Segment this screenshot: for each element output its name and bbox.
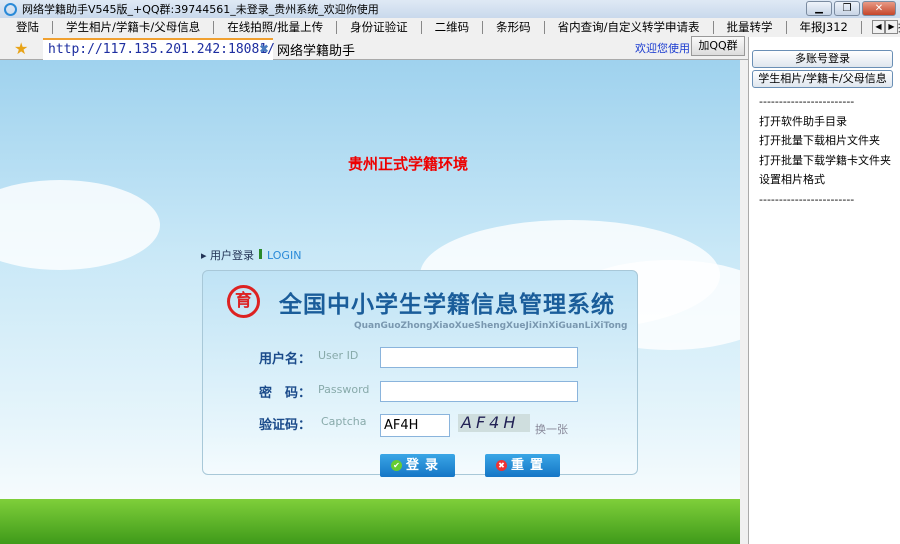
tab-close-icon[interactable]: ✖ <box>259 42 269 56</box>
open-software-dir[interactable]: 打开软件助手目录 <box>759 112 891 132</box>
captcha-image[interactable]: AF4H <box>458 414 530 432</box>
web-content: 贵州正式学籍环境 ▸ 用户登录 LOGIN 育 全国中小学生学籍信息管理系统 Qu… <box>0 60 740 544</box>
menu-online-photo[interactable]: 在线拍照/批量上传 <box>214 21 338 34</box>
menu-batch-transfer[interactable]: 批量转学 <box>714 21 787 34</box>
username-input[interactable] <box>380 347 578 368</box>
check-icon: ✔ <box>390 460 402 471</box>
password-hint: Password <box>318 383 370 396</box>
system-title: 全国中小学生学籍信息管理系统 <box>279 292 615 318</box>
system-title-pinyin: QuanGuoZhongXiaoXueShengXueJiXinXiGuanLi… <box>354 321 628 331</box>
student-photo-button[interactable]: 学生相片/学籍卡/父母信息 <box>752 70 893 88</box>
sidebar: 多账号登录 学生相片/学籍卡/父母信息 --------------------… <box>748 37 900 544</box>
welcome-link[interactable]: 欢迎您使用 <box>635 40 690 56</box>
change-captcha-link[interactable]: 换一张 <box>535 421 568 437</box>
username-hint: User ID <box>318 349 359 362</box>
window-title: 网络学籍助手V545版_+QQ群:39744561_未登录_贵州系统_欢迎你使用 <box>22 3 379 16</box>
title-bar: 网络学籍助手V545版_+QQ群:39744561_未登录_贵州系统_欢迎你使用… <box>0 0 900 18</box>
scroll-right-icon[interactable]: ▶ <box>885 20 898 34</box>
captcha-label: 验证码： <box>259 418 312 433</box>
environment-title: 贵州正式学籍环境 <box>348 155 469 173</box>
username-label: 用户名： <box>259 352 312 367</box>
reset-button[interactable]: ✖ 重置 <box>485 454 560 477</box>
login-section-label: ▸ 用户登录 LOGIN <box>201 249 302 262</box>
multi-login-button[interactable]: 多账号登录 <box>752 50 893 68</box>
scroll-left-icon[interactable]: ◀ <box>872 20 885 34</box>
password-input[interactable] <box>380 381 578 402</box>
menu-student-photo[interactable]: 学生相片/学籍卡/父母信息 <box>53 21 215 34</box>
menu-login[interactable]: 登陆 <box>0 21 53 34</box>
open-card-folder[interactable]: 打开批量下载学籍卡文件夹 <box>759 151 891 171</box>
separator: ------------------------ <box>759 192 855 206</box>
menu-barcode[interactable]: 条形码 <box>483 21 545 34</box>
login-button-label: 登录 <box>405 458 444 473</box>
separator: ------------------------ <box>759 95 855 108</box>
captcha-input[interactable]: AF4H <box>380 414 450 437</box>
tab-assistant[interactable]: 网络学籍助手 <box>277 40 355 59</box>
login-en-label: LOGIN <box>267 249 302 262</box>
grass-decoration <box>0 499 740 544</box>
password-label: 密 码： <box>259 386 312 401</box>
photo-format-settings[interactable]: 设置相片格式 <box>759 170 891 190</box>
open-photo-folder[interactable]: 打开批量下载相片文件夹 <box>759 131 891 151</box>
ie-icon <box>4 2 17 16</box>
menu-annual-report[interactable]: 年报J312 <box>787 21 862 34</box>
favorites-star-icon[interactable]: ★ <box>14 39 28 58</box>
menu-bar: 登陆 学生相片/学籍卡/父母信息 在线拍照/批量上传 身份证验证 二维码 条形码… <box>0 18 900 37</box>
cancel-icon: ✖ <box>495 460 507 471</box>
close-button[interactable]: ✕ <box>862 1 896 16</box>
menu-id-verify[interactable]: 身份证验证 <box>337 21 422 34</box>
restore-button[interactable]: ❐ <box>834 1 860 16</box>
url-tab[interactable]: http://117.135.201.242:18081/ <box>43 38 275 60</box>
login-panel: 育 全国中小学生学籍信息管理系统 QuanGuoZhongXiaoXueShen… <box>202 270 638 477</box>
menu-qrcode[interactable]: 二维码 <box>422 21 484 34</box>
login-button[interactable]: ✔ 登录 <box>380 454 455 477</box>
reset-button-label: 重置 <box>510 458 549 473</box>
minimize-button[interactable]: ▁ <box>806 1 832 16</box>
system-logo: 育 <box>227 285 260 318</box>
join-qq-button[interactable]: 加QQ群 <box>691 36 745 56</box>
login-label: 用户登录 <box>210 249 255 262</box>
menu-transfer-query[interactable]: 省内查询/自定义转学申请表 <box>545 21 714 34</box>
captcha-hint: Captcha <box>321 415 367 428</box>
